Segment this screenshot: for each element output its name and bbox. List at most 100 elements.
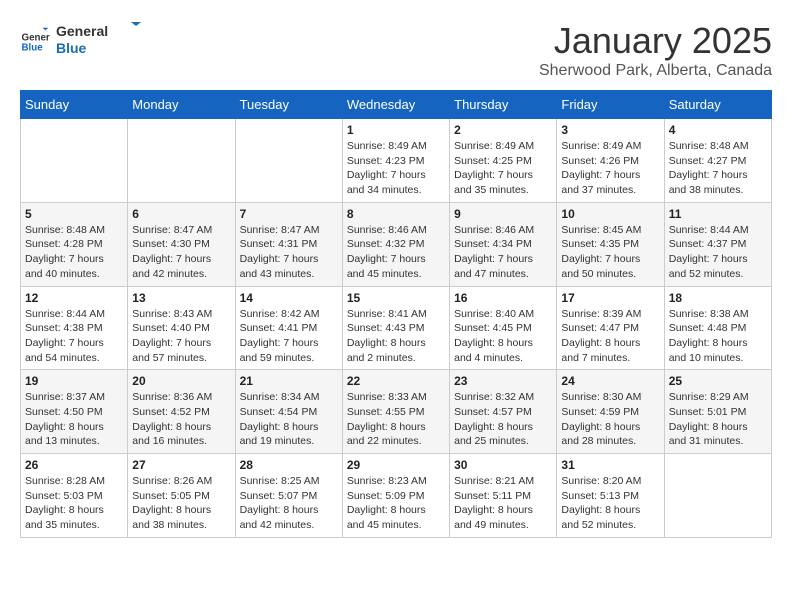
weekday-header: Thursday — [450, 91, 557, 119]
calendar-cell: 17 Sunrise: 8:39 AMSunset: 4:47 PMDayligh… — [557, 286, 664, 370]
day-number: 13 — [132, 291, 230, 305]
calendar-cell: 10Sunrise: 8:45 AMSunset: 4:35 PMDayligh… — [557, 202, 664, 286]
day-info: Sunrise: 8:29 AMSunset: 5:01 PMDaylight:… — [669, 390, 767, 449]
day-info: Sunrise: 8:43 AMSunset: 4:40 PMDaylight:… — [132, 307, 230, 366]
weekday-header: Sunday — [21, 91, 128, 119]
day-number: 16 — [454, 291, 552, 305]
day-info: Sunrise: 8:28 AMSunset: 5:03 PMDaylight:… — [25, 474, 123, 533]
logo: General Blue General Blue — [20, 20, 146, 58]
calendar-cell: 27 Sunrise: 8:26 AMSunset: 5:05 PMDayligh… — [128, 454, 235, 538]
day-info: Sunrise: 8:30 AMSunset: 4:59 PMDaylight:… — [561, 390, 659, 449]
day-info: Sunrise: 8:25 AMSunset: 5:07 PMDaylight:… — [240, 474, 338, 533]
calendar-cell: 11 Sunrise: 8:44 AMSunset: 4:37 PMDayligh… — [664, 202, 771, 286]
weekday-header-row: SundayMondayTuesdayWednesdayThursdayFrid… — [21, 91, 772, 119]
page-header: General Blue General Blue January 2025 S… — [20, 20, 772, 80]
day-info: Sunrise: 8:20 AMSunset: 5:13 PMDaylight:… — [561, 474, 659, 533]
day-info: Sunrise: 8:46 AMSunset: 4:34 PMDaylight:… — [454, 223, 552, 282]
calendar-cell: 7Sunrise: 8:47 AMSunset: 4:31 PMDaylight… — [235, 202, 342, 286]
day-number: 7 — [240, 207, 338, 221]
calendar-cell: 25 Sunrise: 8:29 AMSunset: 5:01 PMDayligh… — [664, 370, 771, 454]
calendar-cell: 4 Sunrise: 8:48 AMSunset: 4:27 PMDaylight… — [664, 119, 771, 203]
day-info: Sunrise: 8:39 AMSunset: 4:47 PMDaylight:… — [561, 307, 659, 366]
day-number: 17 — [561, 291, 659, 305]
calendar-cell: 13 Sunrise: 8:43 AMSunset: 4:40 PMDayligh… — [128, 286, 235, 370]
calendar-cell: 23Sunrise: 8:32 AMSunset: 4:57 PMDayligh… — [450, 370, 557, 454]
month-year-title: January 2025 — [539, 20, 772, 62]
day-number: 31 — [561, 458, 659, 472]
calendar-cell: 9Sunrise: 8:46 AMSunset: 4:34 PMDaylight… — [450, 202, 557, 286]
day-info: Sunrise: 8:38 AMSunset: 4:48 PMDaylight:… — [669, 307, 767, 366]
weekday-header: Tuesday — [235, 91, 342, 119]
day-info: Sunrise: 8:48 AMSunset: 4:27 PMDaylight:… — [669, 139, 767, 198]
calendar-cell: 8 Sunrise: 8:46 AMSunset: 4:32 PMDaylight… — [342, 202, 449, 286]
day-info: Sunrise: 8:34 AMSunset: 4:54 PMDaylight:… — [240, 390, 338, 449]
calendar-cell — [664, 454, 771, 538]
day-info: Sunrise: 8:42 AMSunset: 4:41 PMDaylight:… — [240, 307, 338, 366]
day-info: Sunrise: 8:33 AMSunset: 4:55 PMDaylight:… — [347, 390, 445, 449]
day-number: 18 — [669, 291, 767, 305]
day-number: 6 — [132, 207, 230, 221]
day-info: Sunrise: 8:36 AMSunset: 4:52 PMDaylight:… — [132, 390, 230, 449]
day-info: Sunrise: 8:21 AMSunset: 5:11 PMDaylight:… — [454, 474, 552, 533]
svg-text:Blue: Blue — [22, 42, 44, 53]
logo-icon: General Blue — [20, 24, 50, 54]
calendar-week-row: 26 Sunrise: 8:28 AMSunset: 5:03 PMDayligh… — [21, 454, 772, 538]
day-info: Sunrise: 8:44 AMSunset: 4:37 PMDaylight:… — [669, 223, 767, 282]
calendar-cell — [128, 119, 235, 203]
day-number: 27 — [132, 458, 230, 472]
title-block: January 2025 Sherwood Park, Alberta, Can… — [539, 20, 772, 80]
calendar-cell — [235, 119, 342, 203]
day-number: 26 — [25, 458, 123, 472]
calendar-cell: 24Sunrise: 8:30 AMSunset: 4:59 PMDayligh… — [557, 370, 664, 454]
day-info: Sunrise: 8:49 AMSunset: 4:25 PMDaylight:… — [454, 139, 552, 198]
calendar-week-row: 12 Sunrise: 8:44 AMSunset: 4:38 PMDayligh… — [21, 286, 772, 370]
day-number: 30 — [454, 458, 552, 472]
calendar-cell: 2Sunrise: 8:49 AMSunset: 4:25 PMDaylight… — [450, 119, 557, 203]
day-number: 22 — [347, 374, 445, 388]
calendar-cell: 14 Sunrise: 8:42 AMSunset: 4:41 PMDayligh… — [235, 286, 342, 370]
day-number: 8 — [347, 207, 445, 221]
day-number: 29 — [347, 458, 445, 472]
day-info: Sunrise: 8:41 AMSunset: 4:43 PMDaylight:… — [347, 307, 445, 366]
calendar-cell: 6Sunrise: 8:47 AMSunset: 4:30 PMDaylight… — [128, 202, 235, 286]
logo-svg: General Blue — [56, 20, 146, 58]
calendar-cell: 16 Sunrise: 8:40 AMSunset: 4:45 PMDayligh… — [450, 286, 557, 370]
day-number: 15 — [347, 291, 445, 305]
day-number: 1 — [347, 123, 445, 137]
calendar-cell: 22 Sunrise: 8:33 AMSunset: 4:55 PMDayligh… — [342, 370, 449, 454]
day-number: 14 — [240, 291, 338, 305]
location-subtitle: Sherwood Park, Alberta, Canada — [539, 62, 772, 80]
calendar-cell: 18 Sunrise: 8:38 AMSunset: 4:48 PMDayligh… — [664, 286, 771, 370]
day-info: Sunrise: 8:44 AMSunset: 4:38 PMDaylight:… — [25, 307, 123, 366]
calendar-cell: 12 Sunrise: 8:44 AMSunset: 4:38 PMDayligh… — [21, 286, 128, 370]
day-info: Sunrise: 8:45 AMSunset: 4:35 PMDaylight:… — [561, 223, 659, 282]
calendar-cell: 26 Sunrise: 8:28 AMSunset: 5:03 PMDayligh… — [21, 454, 128, 538]
weekday-header: Saturday — [664, 91, 771, 119]
day-info: Sunrise: 8:49 AMSunset: 4:26 PMDaylight:… — [561, 139, 659, 198]
calendar-week-row: 19Sunrise: 8:37 AMSunset: 4:50 PMDayligh… — [21, 370, 772, 454]
weekday-header: Wednesday — [342, 91, 449, 119]
weekday-header: Friday — [557, 91, 664, 119]
day-number: 12 — [25, 291, 123, 305]
calendar-week-row: 5Sunrise: 8:48 AMSunset: 4:28 PMDaylight… — [21, 202, 772, 286]
calendar-cell: 30 Sunrise: 8:21 AMSunset: 5:11 PMDayligh… — [450, 454, 557, 538]
svg-text:Blue: Blue — [56, 40, 87, 56]
calendar-cell: 21Sunrise: 8:34 AMSunset: 4:54 PMDayligh… — [235, 370, 342, 454]
day-info: Sunrise: 8:46 AMSunset: 4:32 PMDaylight:… — [347, 223, 445, 282]
day-number: 19 — [25, 374, 123, 388]
day-number: 25 — [669, 374, 767, 388]
calendar-week-row: 1 Sunrise: 8:49 AMSunset: 4:23 PMDaylight… — [21, 119, 772, 203]
svg-text:General: General — [56, 23, 108, 39]
day-number: 4 — [669, 123, 767, 137]
day-number: 5 — [25, 207, 123, 221]
day-info: Sunrise: 8:26 AMSunset: 5:05 PMDaylight:… — [132, 474, 230, 533]
calendar-cell: 31 Sunrise: 8:20 AMSunset: 5:13 PMDayligh… — [557, 454, 664, 538]
day-number: 28 — [240, 458, 338, 472]
day-info: Sunrise: 8:49 AMSunset: 4:23 PMDaylight:… — [347, 139, 445, 198]
calendar-cell: 1 Sunrise: 8:49 AMSunset: 4:23 PMDaylight… — [342, 119, 449, 203]
calendar-cell: 15 Sunrise: 8:41 AMSunset: 4:43 PMDayligh… — [342, 286, 449, 370]
calendar-cell: 29Sunrise: 8:23 AMSunset: 5:09 PMDayligh… — [342, 454, 449, 538]
day-number: 20 — [132, 374, 230, 388]
day-number: 11 — [669, 207, 767, 221]
day-info: Sunrise: 8:40 AMSunset: 4:45 PMDaylight:… — [454, 307, 552, 366]
